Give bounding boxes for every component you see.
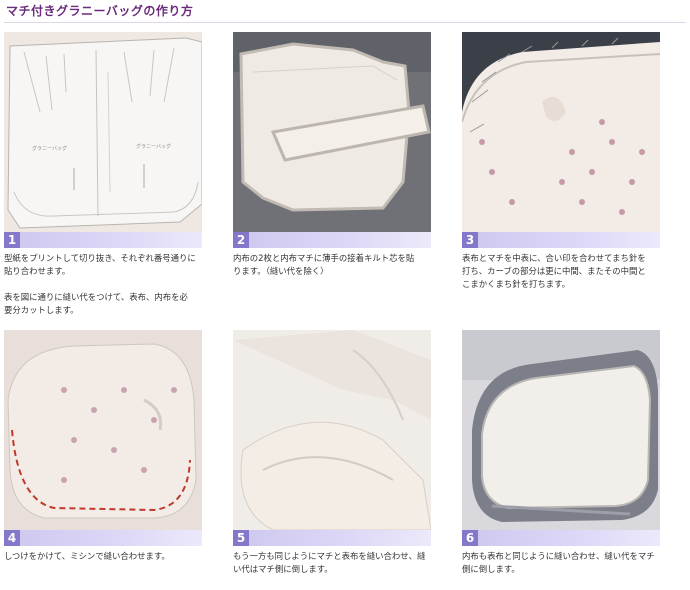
step-1-number-bar: 1 xyxy=(4,232,202,248)
step-3-number-bar: 3 xyxy=(462,232,660,248)
step-4-caption: しつけをかけて、ミシンで縫い合わせます。 xyxy=(4,551,170,561)
step-2-photo xyxy=(233,32,431,232)
step-3: 3 表布とマチを中表に、合い印を合わせてまち針を 打ち、カーブの部分は更に中間、… xyxy=(462,32,660,291)
step-3-photo xyxy=(462,32,660,232)
step-5-photo xyxy=(233,330,431,530)
step-4-photo xyxy=(4,330,202,530)
step-4: 4 しつけをかけて、ミシンで縫い合わせます。 xyxy=(4,330,202,563)
step-2-caption: 内布の2枚と内布マチに薄手の接着キルト芯を貼 ります。（縫い代を除く） xyxy=(233,253,415,276)
page-title: マチ付きグラニーバッグの作り方 xyxy=(6,4,194,18)
step-1-caption: 型紙をプリントして切り抜き、それぞれ番号通りに 貼り合わせます。 表を図に通りに… xyxy=(4,253,196,315)
step-6: 6 内布も表布と同じように縫い合わせ、縫い代をマチ 側に倒します。 xyxy=(462,330,660,576)
step-2-number: 2 xyxy=(233,232,249,248)
step-5-caption: もう一方も同じようにマチと表布を縫い合わせ、縫 い代はマチ側に倒します。 xyxy=(233,551,426,574)
step-6-caption: 内布も表布と同じように縫い合わせ、縫い代をマチ 側に倒します。 xyxy=(462,551,655,574)
step-5-number: 5 xyxy=(233,530,249,546)
step-5: 5 もう一方も同じようにマチと表布を縫い合わせ、縫 い代はマチ側に倒します。 xyxy=(233,330,431,576)
step-1-number: 1 xyxy=(4,232,20,248)
step-4-number: 4 xyxy=(4,530,20,546)
svg-text:グラニーバッグ: グラニーバッグ xyxy=(32,145,67,152)
title-divider xyxy=(4,22,686,23)
step-1-photo: グラニーバッグ グラニーバッグ xyxy=(4,32,202,232)
step-1: グラニーバッグ グラニーバッグ 1 型紙をプリントして切り抜き、それぞれ番号通り… xyxy=(4,32,202,317)
step-6-number: 6 xyxy=(462,530,478,546)
step-2: 2 内布の2枚と内布マチに薄手の接着キルト芯を貼 ります。（縫い代を除く） xyxy=(233,32,431,278)
step-6-photo xyxy=(462,330,660,530)
step-5-number-bar: 5 xyxy=(233,530,431,546)
step-2-number-bar: 2 xyxy=(233,232,431,248)
step-3-caption: 表布とマチを中表に、合い印を合わせてまち針を 打ち、カーブの部分は更に中間、また… xyxy=(462,253,646,289)
step-3-number: 3 xyxy=(462,232,478,248)
step-6-number-bar: 6 xyxy=(462,530,660,546)
step-4-number-bar: 4 xyxy=(4,530,202,546)
svg-text:グラニーバッグ: グラニーバッグ xyxy=(136,143,171,150)
